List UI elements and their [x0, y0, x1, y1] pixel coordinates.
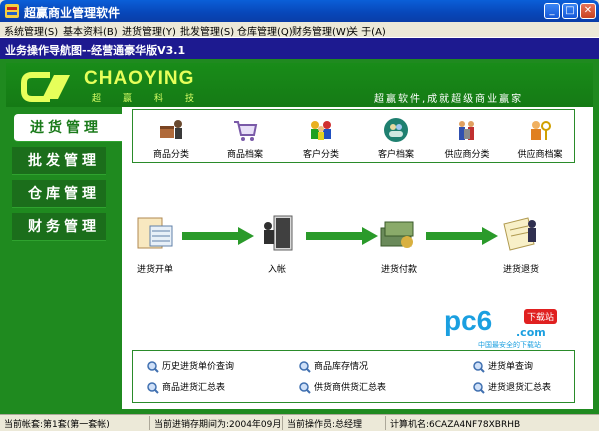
flow-arrow-icon [182, 227, 254, 245]
sidebar-item-warehouse[interactable]: 仓库管理 [12, 180, 106, 208]
cart-basket-icon [234, 121, 258, 141]
goods-archive-item[interactable]: 商品档案 [215, 116, 275, 160]
money-icon[interactable] [377, 212, 419, 254]
minimize-button[interactable]: _ [544, 3, 560, 19]
query-purchase-orders[interactable]: 进货单查询 [473, 359, 533, 373]
watermark-domain: .com [516, 326, 546, 339]
status-divider [282, 416, 283, 430]
nav-header: 业务操作导航图--经营通豪华版V3.1 [0, 38, 599, 59]
sidebar-item-wholesale[interactable]: 批发管理 [12, 147, 106, 175]
supplier-group-icon [459, 121, 474, 140]
magnifier-icon [473, 360, 485, 373]
maximize-button[interactable]: □ [562, 3, 578, 19]
category-goods-item[interactable]: 商品分类 [141, 116, 201, 160]
app-icon [5, 4, 19, 18]
status-account: 当前帐套:第1套(第一套帐) [4, 420, 110, 430]
status-operator: 当前操作员:总经理 [287, 420, 363, 430]
watermark-slogan: 中国最安全的下载站 [478, 341, 541, 349]
flow-arrow-icon [426, 227, 498, 245]
menu-wholesale[interactable]: 批发管理(S) [180, 23, 234, 38]
watermark-logo: pc6 [444, 305, 493, 336]
box-cart-icon [160, 120, 182, 139]
menu-about[interactable]: 关 于(A) [348, 23, 386, 38]
query-label: 进货单查询 [488, 362, 534, 372]
magnifier-icon [299, 381, 311, 394]
invoice-icon[interactable] [134, 212, 176, 254]
query-stock-status[interactable]: 商品库存情况 [299, 359, 368, 373]
status-period: 当前进销存期间为:2004年09月 [154, 420, 282, 430]
icon-label: 供应商档案 [517, 150, 563, 160]
status-divider [149, 416, 150, 430]
sidebar-item-purchase[interactable]: 进货管理 [14, 114, 122, 142]
title-bar: 超赢商业管理软件 _ □ ✕ [0, 0, 599, 22]
menu-warehouse[interactable]: 仓库管理(Q) [237, 23, 293, 38]
return-goods-icon[interactable] [498, 210, 542, 254]
chaoying-logo-icon [21, 72, 70, 102]
query-label: 进货退货汇总表 [488, 383, 552, 393]
main-panel: 商品分类 商品档案 客户分类 客户档案 供应商分类 供应商档案 进货开单 入帐 … [122, 107, 593, 409]
query-goods-purchase-summary[interactable]: 商品进货汇总表 [147, 380, 225, 394]
icon-label: 供应商分类 [444, 150, 490, 160]
close-button[interactable]: ✕ [580, 3, 596, 19]
query-label: 历史进货单价查询 [162, 362, 235, 372]
sidebar-item-finance[interactable]: 财务管理 [12, 213, 106, 241]
query-supplier-summary[interactable]: 供货商供货汇总表 [299, 380, 386, 394]
flow-label-return: 进货退货 [502, 265, 539, 275]
query-label: 商品库存情况 [314, 362, 369, 372]
key-person-icon [531, 121, 551, 140]
customer-archive-item[interactable]: 客户档案 [366, 116, 426, 160]
watermark-tag: 下载站 [524, 309, 558, 324]
brand-subtitle: 超赢科技 [92, 94, 217, 104]
master-data-box: 商品分类 商品档案 客户分类 客户档案 供应商分类 供应商档案 [132, 109, 575, 163]
query-label: 商品进货汇总表 [162, 383, 226, 393]
nav-header-title: 业务操作导航图--经营通豪华版V3.1 [5, 44, 186, 57]
flow-arrow-icon [306, 227, 378, 245]
window-title: 超赢商业管理软件 [24, 6, 121, 20]
magnifier-icon [473, 381, 485, 394]
person-record-icon [384, 118, 408, 142]
supplier-category-item[interactable]: 供应商分类 [435, 116, 499, 160]
query-return-summary[interactable]: 进货退货汇总表 [473, 380, 551, 394]
menu-finance[interactable]: 财务管理(W) [292, 23, 350, 38]
magnifier-icon [299, 360, 311, 373]
status-divider [385, 416, 386, 430]
flow-label-posting: 入帐 [267, 265, 286, 275]
magnifier-icon [147, 360, 159, 373]
menu-bar: 系统管理(S) 基本资料(B) 进货管理(Y) 批发管理(S) 仓库管理(Q) … [0, 22, 599, 38]
door-entry-icon[interactable] [256, 212, 298, 254]
menu-system[interactable]: 系统管理(S) [4, 23, 58, 38]
status-bar: 当前帐套:第1套(第一套帐) 当前进销存期间为:2004年09月 当前操作员:总… [0, 414, 599, 431]
icon-label: 客户档案 [377, 150, 414, 160]
supplier-archive-item[interactable]: 供应商档案 [507, 116, 573, 160]
banner-slogan: 超赢软件,成就超级商业赢家 [374, 94, 524, 105]
magnifier-icon [147, 381, 159, 394]
people-group-icon [311, 121, 331, 140]
status-machine: 计算机名:6CAZA4NF78XBRHB [390, 420, 521, 430]
icon-label: 客户分类 [302, 150, 339, 160]
query-label: 供货商供货汇总表 [314, 383, 387, 393]
flow-label-purchase-order: 进货开单 [136, 265, 173, 275]
icon-label: 商品分类 [152, 150, 189, 160]
menu-basic-data[interactable]: 基本资料(B) [63, 23, 118, 38]
brand-name: CHAOYING [84, 68, 195, 89]
icon-label: 商品档案 [226, 150, 263, 160]
query-box: 历史进货单价查询 商品库存情况 进货单查询 商品进货汇总表 供货商供货汇总表 进… [132, 350, 575, 403]
flow-label-payment: 进货付款 [380, 265, 417, 275]
main-frame: CHAOYING 超赢科技 超赢软件,成就超级商业赢家 进货管理 批发管理 仓库… [0, 59, 599, 414]
menu-purchase[interactable]: 进货管理(Y) [122, 23, 176, 38]
customer-category-item[interactable]: 客户分类 [291, 116, 351, 160]
banner: CHAOYING 超赢科技 超赢软件,成就超级商业赢家 [6, 63, 593, 107]
query-history-price[interactable]: 历史进货单价查询 [147, 359, 234, 373]
